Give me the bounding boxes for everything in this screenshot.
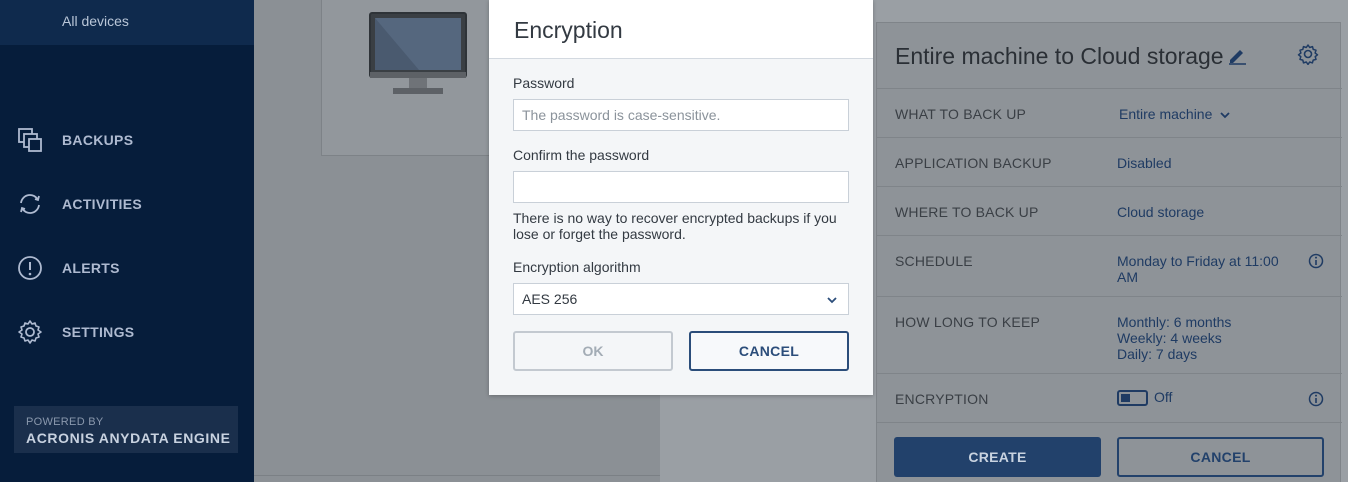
encryption-toggle-wrap[interactable]: Off [1117, 389, 1307, 407]
dialog-title: Encryption [514, 17, 623, 43]
confirm-password-field-wrap[interactable] [513, 171, 849, 203]
cancel-button[interactable]: CANCEL [689, 331, 849, 371]
algorithm-select[interactable]: AES 256 [513, 283, 849, 315]
divider [877, 422, 1342, 423]
row-what-to-back-up[interactable]: WHAT TO BACK UP Entire machine [877, 88, 1342, 137]
row-value-wrap: Entire machine [1119, 106, 1309, 122]
monitor-icon [369, 12, 467, 94]
row-key: WHERE TO BACK UP [895, 204, 1039, 220]
row-value: Daily: 7 days [1117, 346, 1198, 362]
powered-by-badge: POWERED BY ACRONIS ANYDATA ENGINE [14, 406, 238, 453]
nav-alerts[interactable]: ALERTS [0, 248, 254, 288]
ok-button[interactable]: OK [513, 331, 673, 371]
row-key: APPLICATION BACKUP [895, 155, 1052, 171]
row-application-backup[interactable]: APPLICATION BACKUP Disabled [877, 137, 1342, 186]
algorithm-value: AES 256 [522, 291, 578, 307]
engine-name: ACRONIS ANYDATA ENGINE [26, 430, 231, 446]
nav-backups[interactable]: BACKUPS [0, 120, 254, 160]
row-key: ENCRYPTION [895, 391, 989, 407]
row-value: Entire machine [1119, 106, 1213, 122]
alerts-icon [18, 256, 42, 280]
plan-title: Entire machine to Cloud storage [895, 43, 1224, 69]
nav-activities[interactable]: ACTIVITIES [0, 184, 254, 224]
nav-all-devices[interactable]: All devices [0, 0, 254, 45]
row-value: Cloud storage [1117, 204, 1205, 220]
row-value: Monday to Friday at 11:00 AM [1117, 253, 1279, 285]
nav-alerts-label: ALERTS [62, 260, 120, 276]
plan-cancel-button[interactable]: CANCEL [1117, 437, 1324, 477]
divider [254, 475, 664, 476]
row-key: HOW LONG TO KEEP [895, 314, 1041, 330]
activities-icon [20, 194, 40, 214]
row-schedule[interactable]: SCHEDULE Monday to Friday at 11:00 AM [877, 235, 1342, 296]
nav-all-devices-label: All devices [62, 13, 129, 29]
password-field-wrap[interactable] [513, 99, 849, 131]
algorithm-label: Encryption algorithm [513, 259, 641, 275]
row-key: SCHEDULE [895, 253, 973, 269]
row-key: WHAT TO BACK UP [895, 106, 1027, 122]
edit-icon[interactable] [1227, 45, 1247, 65]
powered-by-text: POWERED BY [26, 416, 104, 428]
nav-activities-label: ACTIVITIES [62, 196, 143, 212]
nav-settings-label: SETTINGS [62, 324, 135, 340]
password-field[interactable] [514, 100, 848, 130]
nav-settings[interactable]: SETTINGS [0, 312, 254, 352]
confirm-password-field[interactable] [514, 172, 848, 202]
encryption-dialog: Encryption Password Confirm the password… [489, 0, 873, 395]
protection-plan: Entire machine to Cloud storage WHAT TO … [876, 22, 1342, 482]
settings-icon [18, 320, 42, 344]
row-how-long-to-keep[interactable]: HOW LONG TO KEEP Monthly: 6 months Weekl… [877, 296, 1342, 373]
row-value: Disabled [1117, 155, 1172, 171]
row-value: Monthly: 6 months [1117, 314, 1232, 330]
password-warning: There is no way to recover encrypted bac… [513, 210, 837, 242]
encryption-toggle[interactable] [1117, 390, 1148, 407]
chevron-down-icon [1220, 112, 1230, 119]
row-value: Weekly: 4 weeks [1117, 330, 1222, 346]
sidebar: All devices BACKUPS ACTIVITIES ALERTS SE… [0, 0, 254, 482]
password-label: Password [513, 75, 575, 91]
confirm-password-label: Confirm the password [513, 147, 650, 163]
info-icon[interactable] [1308, 391, 1324, 407]
gear-icon[interactable] [1297, 43, 1319, 65]
row-encryption[interactable]: ENCRYPTION Off [877, 373, 1342, 422]
backups-icon [18, 128, 42, 152]
dialog-header: Encryption [489, 0, 873, 59]
row-value: Off [1154, 389, 1173, 405]
nav-backups-label: BACKUPS [62, 132, 134, 148]
create-button[interactable]: CREATE [894, 437, 1101, 477]
row-where-to-back-up[interactable]: WHERE TO BACK UP Cloud storage [877, 186, 1342, 235]
chevron-down-icon [827, 297, 837, 304]
device-card[interactable] [321, 0, 491, 156]
info-icon[interactable] [1308, 253, 1324, 269]
